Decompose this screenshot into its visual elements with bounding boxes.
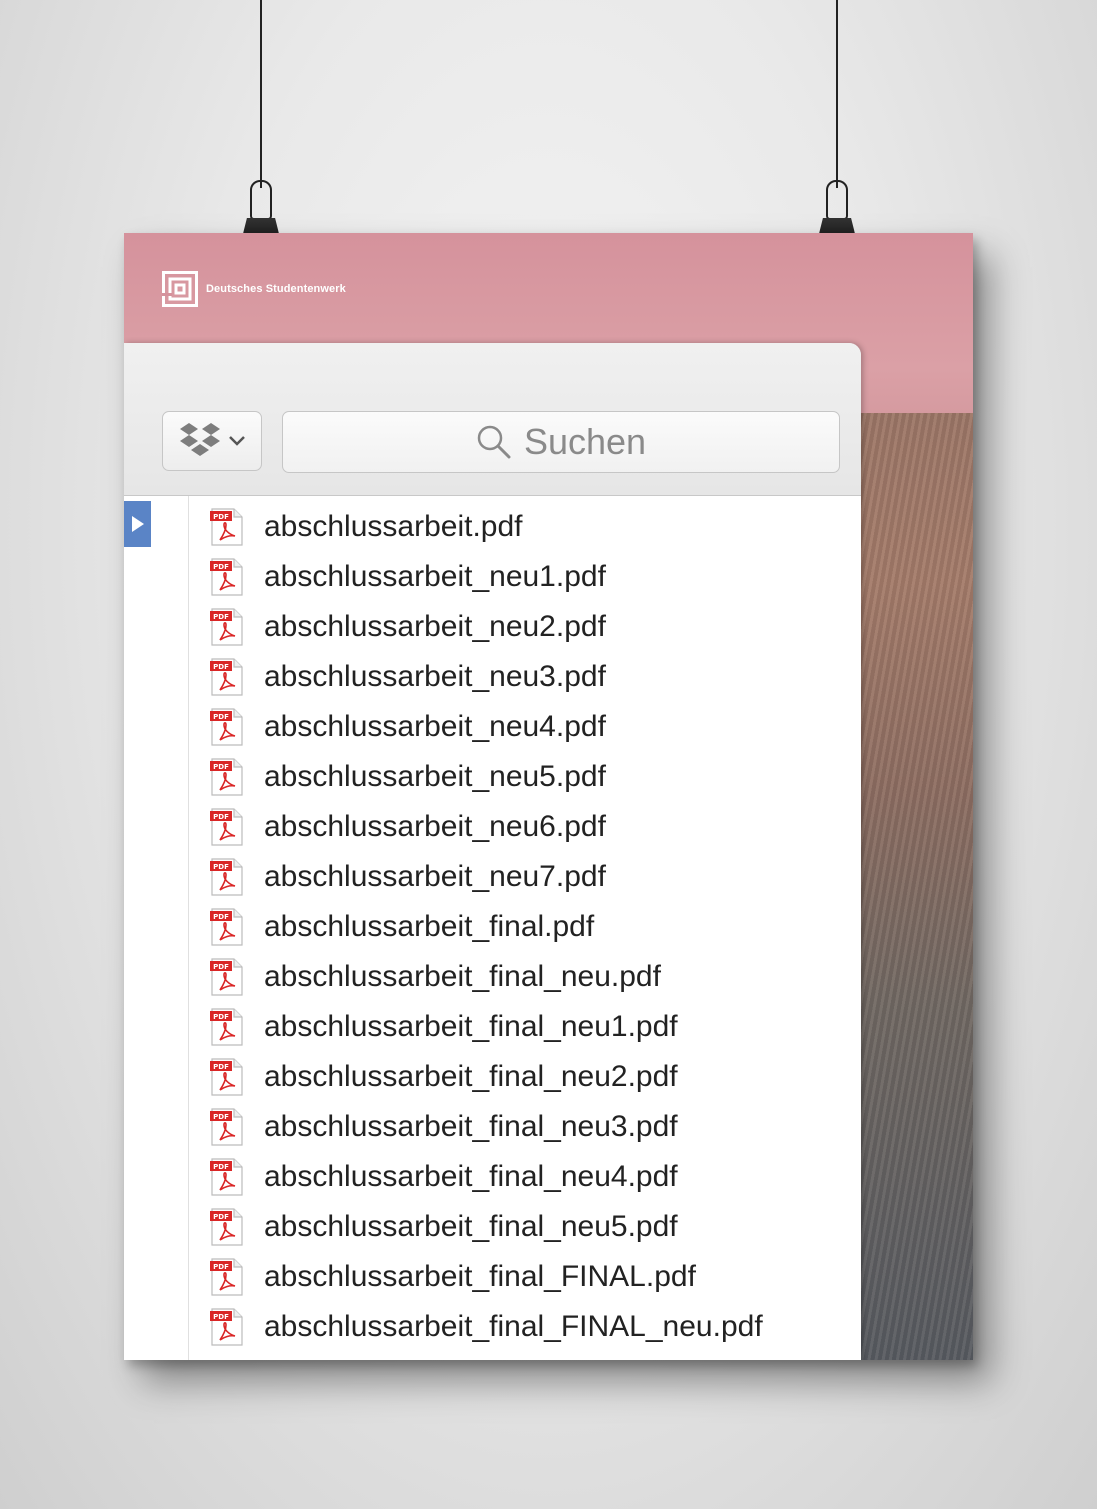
file-row[interactable]: PDF abschlussarbeit_final_neu2.pdf [206,1052,763,1102]
pdf-icon: PDF [210,758,243,796]
file-row[interactable]: PDF abschlussarbeit_neu7.pdf [206,852,763,902]
pdf-icon: PDF [210,908,243,946]
file-row[interactable]: PDF abschlussarbeit_final_neu5.pdf [206,1202,763,1252]
file-name: abschlussarbeit_neu1.pdf [264,560,606,593]
chevron-down-icon [229,436,245,446]
file-name: abschlussarbeit_neu3.pdf [264,660,606,693]
svg-text:PDF: PDF [213,563,229,571]
file-list: PDF abschlussarbeit.pdf PDF abschlussarb… [206,502,763,1352]
file-name: abschlussarbeit_final.pdf [264,910,595,943]
pdf-icon: PDF [210,1058,243,1096]
hanging-string-right [836,0,838,188]
pdf-icon: PDF [210,508,243,546]
pdf-icon: PDF [210,708,243,746]
studentenwerk-logo-icon [162,271,198,307]
file-row[interactable]: PDF abschlussarbeit_final_neu3.pdf [206,1102,763,1152]
file-name: abschlussarbeit_final_neu.pdf [264,960,661,993]
file-name: abschlussarbeit_final_neu3.pdf [264,1110,678,1143]
pdf-icon: PDF [210,658,243,696]
file-name: abschlussarbeit_neu6.pdf [264,810,606,843]
svg-text:PDF: PDF [213,1263,229,1271]
file-row[interactable]: PDF abschlussarbeit_final_FINAL.pdf [206,1252,763,1302]
disclosure-triangle-icon[interactable] [124,501,151,547]
file-name: abschlussarbeit_neu7.pdf [264,860,606,893]
file-row[interactable]: PDF abschlussarbeit_neu1.pdf [206,552,763,602]
svg-text:PDF: PDF [213,913,229,921]
file-row[interactable]: PDF abschlussarbeit_neu4.pdf [206,702,763,752]
svg-text:PDF: PDF [213,613,229,621]
svg-text:PDF: PDF [213,1113,229,1121]
pdf-icon: PDF [210,858,243,896]
file-name: abschlussarbeit_final_neu2.pdf [264,1060,678,1093]
dropbox-menu-button[interactable] [162,411,262,471]
svg-text:PDF: PDF [213,763,229,771]
pdf-icon: PDF [210,608,243,646]
brand-logo: Deutsches Studentenwerk [162,271,346,307]
pdf-icon: PDF [210,1158,243,1196]
svg-text:PDF: PDF [213,1313,229,1321]
file-row[interactable]: PDF abschlussarbeit_neu2.pdf [206,602,763,652]
file-row[interactable]: PDF abschlussarbeit_final_neu4.pdf [206,1152,763,1202]
svg-text:PDF: PDF [213,963,229,971]
svg-text:PDF: PDF [213,713,229,721]
hanging-string-left [260,0,262,188]
svg-text:PDF: PDF [213,1163,229,1171]
svg-text:PDF: PDF [213,863,229,871]
pdf-icon: PDF [210,1208,243,1246]
file-row[interactable]: PDF abschlussarbeit_final_neu1.pdf [206,1002,763,1052]
search-placeholder: Suchen [523,421,647,462]
pdf-icon: PDF [210,558,243,596]
svg-text:PDF: PDF [213,1213,229,1221]
search-icon [477,425,511,459]
file-name: abschlussarbeit_neu5.pdf [264,760,606,793]
file-list-pane: PDF abschlussarbeit.pdf PDF abschlussarb… [124,496,861,1360]
pdf-icon: PDF [210,1308,243,1346]
column-divider [188,496,189,1360]
svg-text:PDF: PDF [213,813,229,821]
file-name: abschlussarbeit_neu4.pdf [264,710,606,743]
file-name: abschlussarbeit_final_neu4.pdf [264,1160,678,1193]
brand-name: Deutsches Studentenwerk [206,283,346,295]
file-name: abschlussarbeit.pdf [264,510,523,543]
poster: Deutsches Studentenwerk Suchen PDF absch… [124,233,973,1360]
file-name: abschlussarbeit_final_FINAL.pdf [264,1260,696,1293]
pdf-icon: PDF [210,1108,243,1146]
file-row[interactable]: PDF abschlussarbeit_final.pdf [206,902,763,952]
svg-text:PDF: PDF [213,1013,229,1021]
file-name: abschlussarbeit_final_neu5.pdf [264,1210,678,1243]
file-row[interactable]: PDF abschlussarbeit_final_FINAL_neu.pdf [206,1302,763,1352]
svg-text:PDF: PDF [213,1063,229,1071]
dropbox-icon [180,423,220,456]
pdf-icon: PDF [210,1008,243,1046]
file-name: abschlussarbeit_final_neu1.pdf [264,1010,678,1043]
search-input[interactable]: Suchen [282,411,840,473]
file-name: abschlussarbeit_final_FINAL_neu.pdf [264,1310,763,1343]
file-row[interactable]: PDF abschlussarbeit.pdf [206,502,763,552]
finder-toolbar: Suchen [124,343,861,496]
file-row[interactable]: PDF abschlussarbeit_final_neu.pdf [206,952,763,1002]
finder-window: Suchen PDF abschlussarbeit.pdf PDF absch… [124,343,861,1360]
pdf-icon: PDF [210,1258,243,1296]
pdf-icon: PDF [210,958,243,996]
file-name: abschlussarbeit_neu2.pdf [264,610,606,643]
svg-text:PDF: PDF [213,513,229,521]
file-row[interactable]: PDF abschlussarbeit_neu5.pdf [206,752,763,802]
file-row[interactable]: PDF abschlussarbeit_neu6.pdf [206,802,763,852]
pdf-icon: PDF [210,808,243,846]
svg-text:PDF: PDF [213,663,229,671]
file-row[interactable]: PDF abschlussarbeit_neu3.pdf [206,652,763,702]
